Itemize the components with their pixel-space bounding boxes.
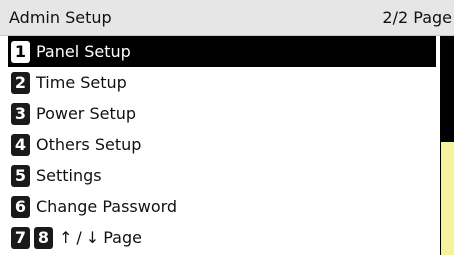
menu-item-time-setup[interactable]: 2 Time Setup (8, 67, 436, 98)
number-3-badge: 3 (11, 102, 30, 125)
menu-item-power-setup[interactable]: 3 Power Setup (8, 98, 436, 129)
admin-setup-menu: 1 Panel Setup 2 Time Setup 3 Power Setup… (8, 36, 436, 255)
menu-item-settings[interactable]: 5 Settings (8, 160, 436, 191)
menu-item-change-password[interactable]: 6 Change Password (8, 191, 436, 222)
number-4-badge: 4 (11, 133, 30, 156)
admin-setup-screen: Admin Setup 2/2 Page 1 Panel Setup 2 Tim… (0, 0, 454, 255)
page-title: Admin Setup (9, 8, 112, 27)
menu-item-label: Change Password (36, 196, 178, 216)
separator-slash: / (76, 227, 82, 247)
page-indicator: 2/2 Page (382, 8, 452, 27)
arrow-down-icon: ↓ (85, 227, 100, 247)
header-bar: Admin Setup 2/2 Page (0, 0, 454, 36)
menu-item-label: Settings (36, 165, 102, 185)
number-5-badge: 5 (11, 164, 30, 187)
number-8-badge: 8 (34, 226, 53, 249)
page-label: Page (103, 227, 142, 247)
menu-item-label: Panel Setup (36, 41, 131, 61)
number-2-badge: 2 (11, 71, 30, 94)
arrow-up-icon: ↑ (59, 227, 73, 247)
menu-item-others-setup[interactable]: 4 Others Setup (8, 129, 436, 160)
scrollbar-thumb[interactable] (440, 142, 454, 255)
number-6-badge: 6 (11, 195, 30, 218)
menu-item-panel-setup[interactable]: 1 Panel Setup (8, 36, 436, 67)
number-7-badge: 7 (11, 226, 30, 249)
page-navigation-row[interactable]: 7 8 ↑ / ↓ Page (8, 222, 436, 253)
number-1-badge: 1 (11, 40, 30, 63)
menu-item-label: Power Setup (36, 103, 137, 123)
menu-item-label: Time Setup (36, 72, 127, 92)
menu-item-label: Others Setup (36, 134, 142, 154)
